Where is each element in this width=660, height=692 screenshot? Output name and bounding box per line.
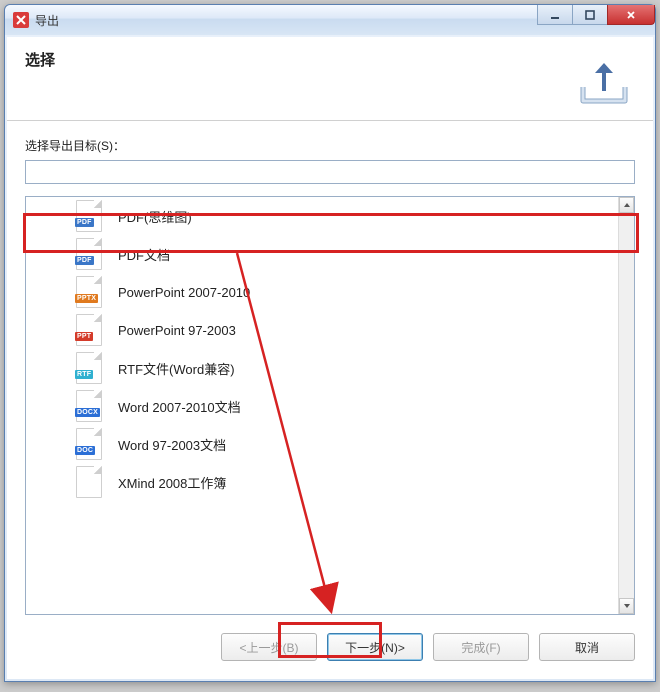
list-item-label: PDF(思维图) — [118, 207, 192, 226]
cancel-button[interactable]: 取消 — [539, 633, 635, 661]
list-item[interactable]: XMind 2008工作簿 — [76, 463, 618, 501]
next-button[interactable]: 下一步(N)> — [327, 633, 423, 661]
titlebar[interactable]: 导出 — [5, 5, 655, 35]
target-list: PDF PDF(思维图) PDF PDF文档 PPTX PowerPoint 2007-2… — [25, 196, 635, 615]
client-area: 选择 选择导出目标(S)： PDF PDF(思维图) PDF PDF文档 PPTX Pow… — [7, 37, 653, 679]
list-item[interactable]: DOC Word 97-2003文档 — [76, 425, 618, 463]
file-icon: PPT — [76, 314, 102, 346]
file-icon — [76, 466, 102, 498]
file-icon: PPTX — [76, 276, 102, 308]
list-item[interactable]: PPTX PowerPoint 2007-2010 — [76, 273, 618, 311]
file-icon: DOC — [76, 428, 102, 460]
list-item[interactable]: RTF RTF文件(Word兼容) — [76, 349, 618, 387]
export-dialog: 导出 选择 选择导出 — [4, 4, 656, 682]
target-label: 选择导出目标(S)： — [25, 137, 635, 154]
list-item-label: Word 2007-2010文档 — [118, 397, 241, 416]
scroll-up-icon[interactable] — [619, 197, 634, 213]
back-button[interactable]: <上一步(B) — [221, 633, 317, 661]
file-badge: PDF — [75, 218, 94, 227]
list-item[interactable]: PDF PDF(思维图) — [76, 197, 618, 235]
file-icon: PDF — [76, 238, 102, 270]
scrollbar[interactable] — [618, 197, 634, 614]
file-icon: PDF — [76, 200, 102, 232]
file-badge: DOCX — [75, 408, 100, 417]
window-title: 导出 — [35, 12, 59, 29]
list-item[interactable]: PPT PowerPoint 97-2003 — [76, 311, 618, 349]
list-item-label: XMind 2008工作簿 — [118, 473, 226, 492]
file-badge: PPTX — [75, 294, 98, 303]
file-icon: RTF — [76, 352, 102, 384]
list-item-label: Word 97-2003文档 — [118, 435, 226, 454]
list-item-label: PowerPoint 2007-2010 — [118, 285, 250, 300]
file-badge: PDF — [75, 256, 94, 265]
close-button[interactable] — [607, 5, 655, 25]
list-item-label: PDF文档 — [118, 245, 170, 264]
maximize-button[interactable] — [572, 5, 608, 25]
list-item-label: RTF文件(Word兼容) — [118, 359, 235, 378]
list-item-label: PowerPoint 97-2003 — [118, 323, 236, 338]
minimize-button[interactable] — [537, 5, 573, 25]
window-controls — [538, 5, 655, 25]
button-row: <上一步(B) 下一步(N)> 完成(F) 取消 — [7, 615, 653, 679]
dialog-body: 选择导出目标(S)： PDF PDF(思维图) PDF PDF文档 PPTX PowerP… — [7, 121, 653, 615]
finish-button[interactable]: 完成(F) — [433, 633, 529, 661]
list-item[interactable]: PDF PDF文档 — [76, 235, 618, 273]
dialog-header: 选择 — [7, 37, 653, 121]
header-title: 选择 — [25, 49, 635, 70]
search-input[interactable] — [25, 160, 635, 184]
file-badge: DOC — [75, 446, 95, 455]
file-icon: DOCX — [76, 390, 102, 422]
file-badge: RTF — [75, 370, 93, 379]
app-icon — [13, 12, 29, 28]
scroll-down-icon[interactable] — [619, 598, 634, 614]
list-item[interactable]: DOCX Word 2007-2010文档 — [76, 387, 618, 425]
export-icon — [577, 55, 631, 109]
file-badge: PPT — [75, 332, 93, 341]
